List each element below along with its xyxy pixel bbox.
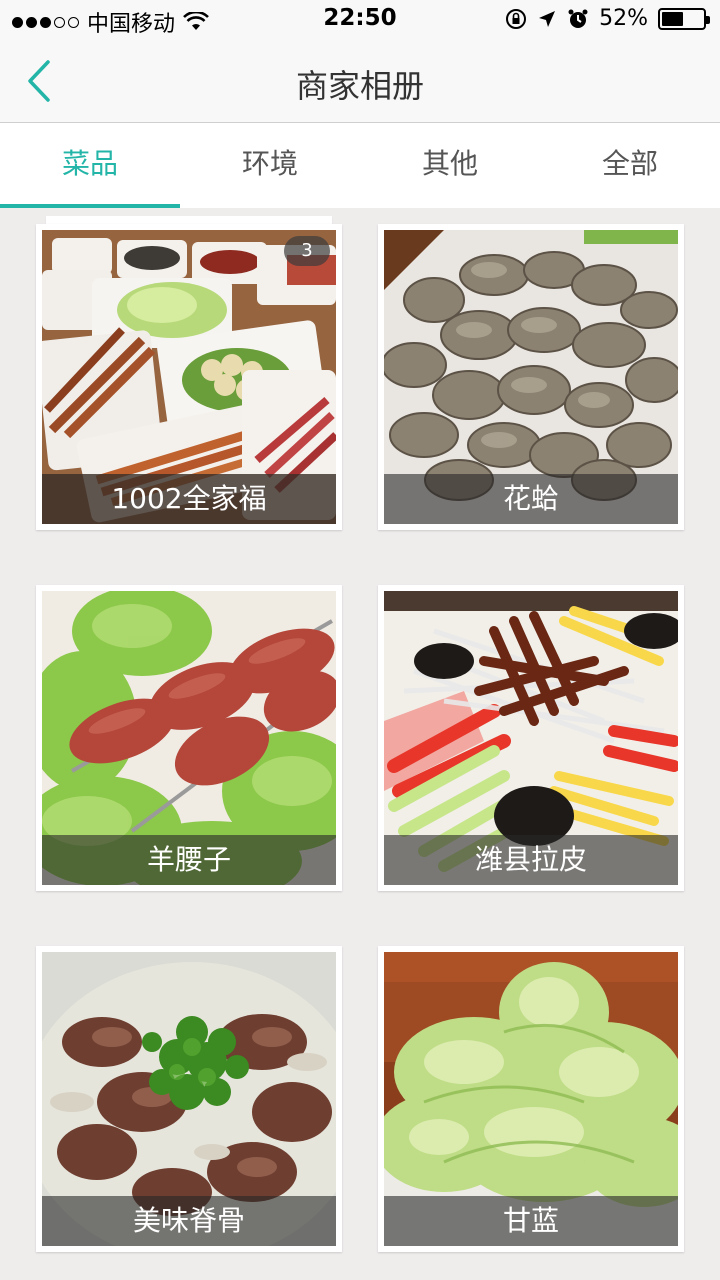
photo-caption: 美味脊骨 xyxy=(42,1196,336,1246)
album-card[interactable]: 甘蓝 xyxy=(378,946,684,1252)
photo-count-badge: 3 xyxy=(284,236,330,266)
photo-caption: 1002全家福 xyxy=(42,474,336,524)
tab-other[interactable]: 其他 xyxy=(360,123,540,208)
tab-label: 环境 xyxy=(241,147,298,180)
battery-icon xyxy=(658,7,710,30)
photo-caption: 甘蓝 xyxy=(384,1196,678,1246)
album-card[interactable]: 羊腰子 xyxy=(36,585,342,891)
tab-dishes[interactable]: 菜品 xyxy=(0,123,180,208)
tab-label: 全部 xyxy=(601,147,658,180)
album-photo: 花蛤 xyxy=(384,230,678,524)
album-card[interactable]: 美味脊骨 xyxy=(36,946,342,1252)
album-photo: 甘蓝 xyxy=(384,952,678,1246)
album-photo: 羊腰子 xyxy=(42,591,336,885)
tab-environment[interactable]: 环境 xyxy=(180,123,360,208)
tab-label: 其他 xyxy=(421,147,478,180)
tab-all[interactable]: 全部 xyxy=(540,123,720,208)
photo-caption: 花蛤 xyxy=(384,474,678,524)
album-card[interactable]: 花蛤 xyxy=(378,224,684,530)
album-photo: 美味脊骨 xyxy=(42,952,336,1246)
album-card[interactable]: 潍县拉皮 xyxy=(378,585,684,891)
status-bar: 中国移动 22:50 52% xyxy=(0,0,720,40)
album-card[interactable]: 1002全家福 3 xyxy=(36,224,342,530)
alarm-icon xyxy=(568,9,588,28)
album-photo: 潍县拉皮 xyxy=(384,591,678,885)
photo-caption: 羊腰子 xyxy=(42,835,336,885)
active-tab-indicator xyxy=(0,204,180,208)
category-tabs: 菜品 环境 其他 全部 xyxy=(0,123,720,208)
battery-percent: 52% xyxy=(599,6,648,31)
navigation-bar: 商家相册 xyxy=(0,40,720,123)
page-title: 商家相册 xyxy=(295,67,424,105)
photo-caption: 潍县拉皮 xyxy=(384,835,678,885)
orientation-lock-icon xyxy=(506,8,527,29)
album-photo: 1002全家福 3 xyxy=(42,230,336,524)
tab-label: 菜品 xyxy=(61,147,118,180)
location-arrow-icon xyxy=(539,10,556,27)
